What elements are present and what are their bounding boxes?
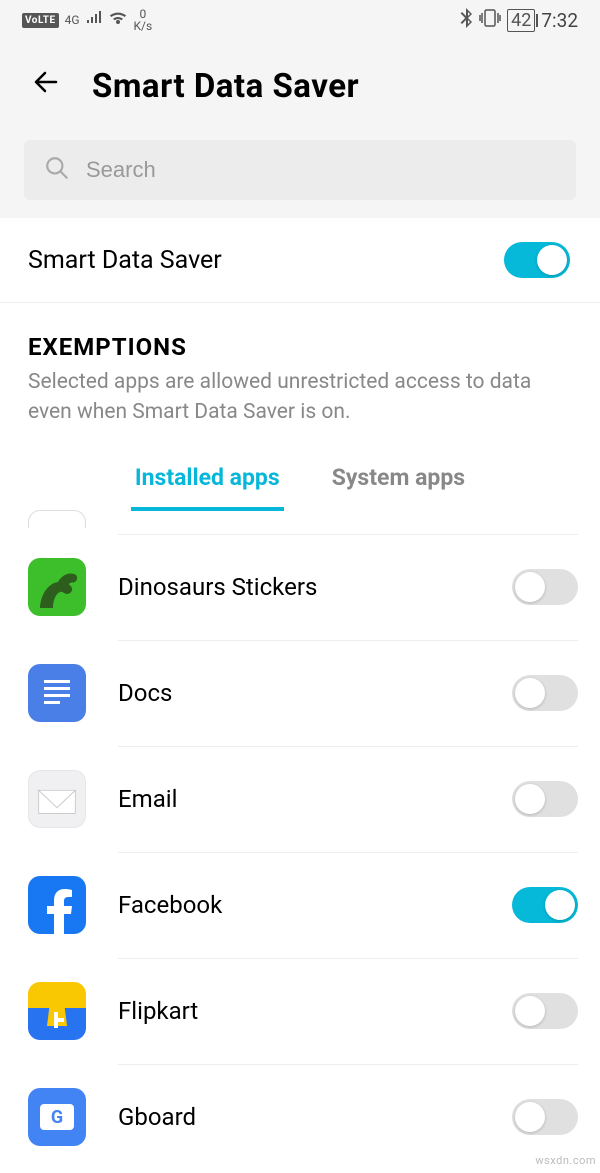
app-icon-flipkart <box>28 982 86 1040</box>
svg-text:G: G <box>51 1107 63 1128</box>
signal-icon <box>86 10 102 30</box>
list-item[interactable]: Facebook <box>118 853 578 959</box>
watermark: wsxdn.com <box>535 1154 596 1167</box>
tabs: Installed apps System apps <box>0 446 600 511</box>
search-container <box>0 140 600 218</box>
app-toggle[interactable] <box>512 675 578 711</box>
smart-data-saver-row[interactable]: Smart Data Saver <box>0 218 600 303</box>
list-item[interactable]: Dinosaurs Stickers <box>118 535 578 641</box>
search-input[interactable] <box>86 157 556 183</box>
net-speed: 0 K/s <box>134 8 153 32</box>
app-icon-docs <box>28 664 86 722</box>
main-content: Smart Data Saver EXEMPTIONS Selected app… <box>0 218 600 1173</box>
app-name: Facebook <box>118 891 222 919</box>
signal-sub: 4G <box>65 13 80 27</box>
app-toggle[interactable] <box>512 887 578 923</box>
app-list[interactable]: DMRC Dinosaurs Stickers Docs <box>118 511 578 1173</box>
tab-system-apps[interactable]: System apps <box>328 464 469 511</box>
list-item[interactable]: Email <box>118 747 578 853</box>
app-icon-email <box>28 770 86 828</box>
app-name: Flipkart <box>118 997 198 1025</box>
smart-data-saver-label: Smart Data Saver <box>28 246 222 275</box>
status-bar: VoLTE 4G 0 K/s 42 7:32 <box>0 0 600 40</box>
list-item[interactable]: Docs <box>118 641 578 747</box>
app-toggle[interactable] <box>512 781 578 817</box>
bluetooth-icon <box>459 8 473 33</box>
page-header: Smart Data Saver <box>0 40 600 140</box>
volte-icon: VoLTE <box>22 13 59 28</box>
tab-installed-apps[interactable]: Installed apps <box>131 464 284 511</box>
back-icon[interactable] <box>30 66 62 106</box>
exemptions-header: EXEMPTIONS <box>28 333 572 361</box>
app-icon-facebook <box>28 876 86 934</box>
status-left: VoLTE 4G 0 K/s <box>22 8 152 32</box>
battery-icon: 42 <box>507 9 535 32</box>
app-icon-dmrc: DMRC <box>28 510 86 528</box>
status-right: 42 7:32 <box>459 8 578 33</box>
list-item[interactable]: Flipkart <box>118 959 578 1065</box>
app-toggle[interactable] <box>512 1099 578 1135</box>
app-name: Docs <box>118 679 172 707</box>
page-title: Smart Data Saver <box>92 67 359 106</box>
app-icon-gboard: G <box>28 1088 86 1146</box>
app-name: Gboard <box>118 1103 196 1131</box>
vibrate-icon <box>479 9 501 32</box>
search-field[interactable] <box>24 140 576 200</box>
app-toggle[interactable] <box>512 569 578 605</box>
exemptions-section: EXEMPTIONS Selected apps are allowed unr… <box>0 303 600 446</box>
exemptions-description: Selected apps are allowed unrestricted a… <box>28 367 572 428</box>
search-icon <box>44 155 70 185</box>
list-item[interactable]: G Gboard <box>118 1065 578 1170</box>
clock-time: 7:32 <box>541 9 578 32</box>
app-name: Dinosaurs Stickers <box>118 573 317 601</box>
wifi-icon <box>108 10 128 31</box>
app-icon-dinosaurs <box>28 558 86 616</box>
smart-data-saver-toggle[interactable] <box>504 242 570 278</box>
app-toggle[interactable] <box>512 993 578 1029</box>
app-name: Email <box>118 785 177 813</box>
list-item-partial[interactable]: DMRC <box>118 511 578 535</box>
